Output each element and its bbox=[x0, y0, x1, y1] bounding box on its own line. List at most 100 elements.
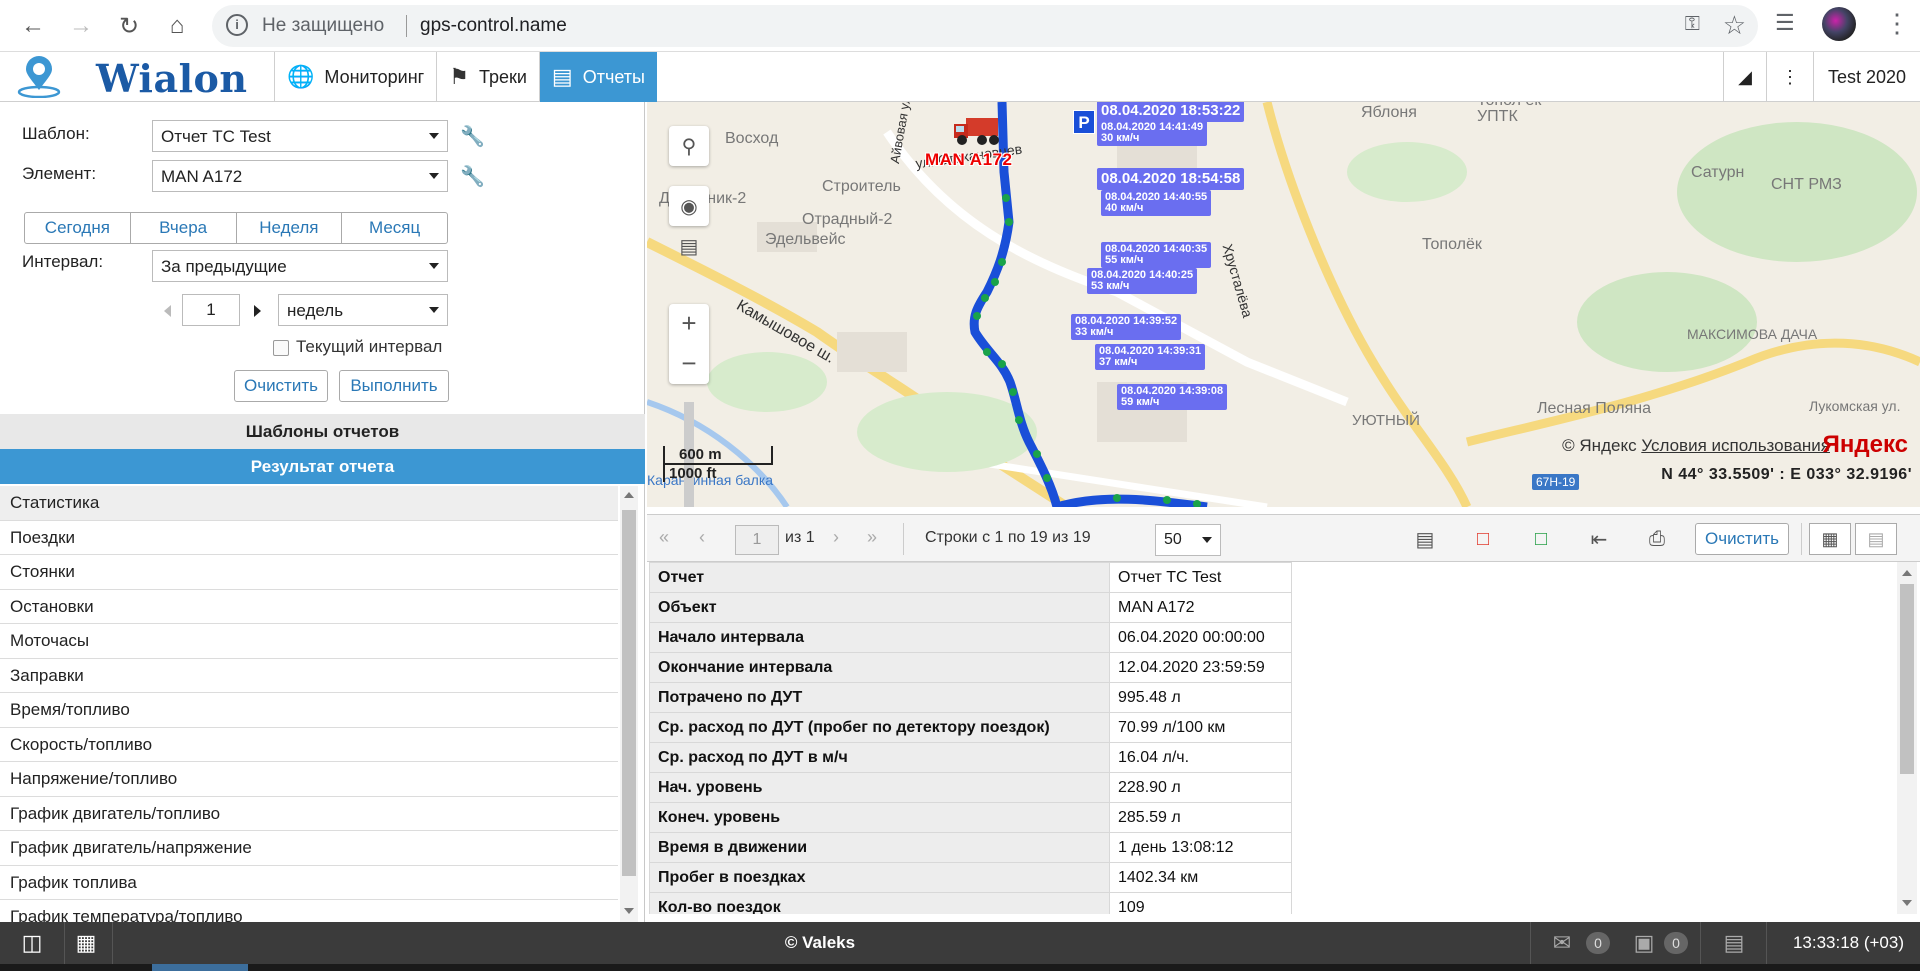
report-table-container: Отчет Отчет ТС Test Объект MAN A172 Начало… bbox=[647, 562, 1897, 914]
map-layers-eye-icon[interactable]: ◉ bbox=[669, 186, 709, 226]
template-select[interactable]: Отчет ТС Test bbox=[152, 120, 448, 152]
yandex-logo[interactable]: Яндекс bbox=[1823, 431, 1908, 459]
map-view[interactable]: Восход Дорожник-2 Строитель Отрадный-2 Э… bbox=[647, 102, 1920, 507]
track-point-label[interactable]: 08.04.2020 18:53:22 bbox=[1097, 102, 1245, 122]
scroll-up-icon[interactable] bbox=[624, 492, 634, 498]
home-icon[interactable]: ⌂ bbox=[160, 9, 194, 43]
info-icon[interactable]: i bbox=[226, 14, 248, 36]
back-icon[interactable]: ← bbox=[16, 9, 50, 43]
notifications-icon[interactable]: ▤ bbox=[1716, 926, 1752, 960]
map-label-topolek: Тополёк bbox=[1422, 236, 1482, 253]
result-item-chart-engine-fuel[interactable]: График двигатель/топливо bbox=[0, 796, 618, 831]
scroll-up-icon[interactable] bbox=[1902, 570, 1912, 576]
track-point-label[interactable]: 08.04.2020 14:39:52 33 км/ч bbox=[1071, 314, 1182, 340]
period-yesterday-button[interactable]: Вчера bbox=[131, 213, 237, 243]
result-list-scrollbar[interactable] bbox=[620, 486, 638, 922]
wialon-logo[interactable]: Wialon bbox=[8, 54, 272, 101]
last-page-icon[interactable]: » bbox=[867, 527, 877, 548]
interval-unit-select[interactable]: недель bbox=[278, 294, 448, 326]
element-select[interactable]: MAN A172 bbox=[152, 160, 448, 192]
key-icon[interactable]: ⚿ bbox=[1685, 13, 1700, 36]
result-item-time-fuel[interactable]: Время/топливо bbox=[0, 693, 618, 728]
result-item-statistics[interactable]: Статистика bbox=[0, 486, 618, 521]
interval-select[interactable]: За предыдущие bbox=[152, 250, 448, 282]
messages-icon[interactable]: ✉ bbox=[1544, 926, 1580, 960]
browser-menu-icon[interactable]: ⋮ bbox=[1884, 8, 1910, 39]
status-divider bbox=[1700, 922, 1701, 964]
track-point-label[interactable]: 08.04.2020 18:54:58 bbox=[1097, 168, 1245, 190]
next-page-icon[interactable]: › bbox=[833, 527, 839, 548]
wrench-icon[interactable]: 🔧 bbox=[460, 164, 485, 189]
result-item-parkings[interactable]: Стоянки bbox=[0, 555, 618, 590]
result-item-speed-fuel[interactable]: Скорость/топливо bbox=[0, 727, 618, 762]
scroll-down-icon[interactable] bbox=[1902, 900, 1912, 906]
track-point-label[interactable]: 08.04.2020 14:41:49 30 км/ч bbox=[1097, 120, 1208, 146]
images-icon[interactable]: ▣ bbox=[1626, 926, 1662, 960]
export-file-icon[interactable]: ⇤ bbox=[1579, 522, 1619, 556]
result-item-chart-engine-voltage[interactable]: График двигатель/напряжение bbox=[0, 831, 618, 866]
result-item-trips[interactable]: Поездки bbox=[0, 520, 618, 555]
report-result-header[interactable]: Результат отчета bbox=[0, 449, 645, 484]
prev-page-icon[interactable]: ‹ bbox=[699, 527, 705, 548]
truck-icon[interactable] bbox=[952, 112, 1004, 148]
tab-tracks[interactable]: ⚑ Треки bbox=[436, 52, 539, 102]
map-type-icon[interactable]: ▤ bbox=[669, 226, 709, 266]
reload-icon[interactable]: ↻ bbox=[112, 9, 146, 43]
forward-icon[interactable]: → bbox=[64, 9, 98, 43]
map-label-topolek-north: Топол ек bbox=[1477, 102, 1541, 110]
tab-reports[interactable]: ▤ Отчеты bbox=[538, 52, 657, 102]
track-point-label[interactable]: 08.04.2020 14:40:35 55 км/ч bbox=[1101, 242, 1212, 268]
report-scrollbar[interactable] bbox=[1897, 562, 1917, 914]
terms-link[interactable]: Условия использования bbox=[1641, 436, 1830, 455]
profile-avatar[interactable] bbox=[1822, 7, 1856, 41]
period-week-button[interactable]: Неделя bbox=[237, 213, 343, 243]
address-bar[interactable]: i Не защищено gps-control.name ⚿ ☆ bbox=[212, 5, 1758, 47]
map-view-toggle-icon[interactable]: ▦ bbox=[1809, 523, 1851, 555]
track-point-label[interactable]: 08.04.2020 14:39:08 59 км/ч bbox=[1117, 384, 1228, 410]
result-item-engine-hours[interactable]: Моточасы bbox=[0, 624, 618, 659]
zoom-in-icon[interactable]: + bbox=[669, 304, 709, 344]
export-html-icon[interactable]: ▤ bbox=[1405, 522, 1445, 556]
print-icon[interactable]: ⎙ bbox=[1637, 522, 1677, 556]
map-search-icon[interactable]: ⚲ bbox=[669, 126, 709, 166]
period-today-button[interactable]: Сегодня bbox=[25, 213, 131, 243]
url-text[interactable]: gps-control.name bbox=[420, 15, 567, 37]
scroll-thumb[interactable] bbox=[622, 510, 636, 876]
report-templates-header[interactable]: Шаблоны отчетов bbox=[0, 414, 645, 449]
result-item-chart-fuel[interactable]: График топлива bbox=[0, 865, 618, 900]
report-key: Ср. расход по ДУТ в м/ч bbox=[649, 742, 1110, 773]
execute-button[interactable]: Выполнить bbox=[339, 370, 449, 402]
track-point-label[interactable]: 08.04.2020 14:40:25 53 км/ч bbox=[1087, 268, 1198, 294]
more-menu-icon[interactable]: ⋮ bbox=[1765, 52, 1813, 102]
result-item-voltage-fuel[interactable]: Напряжение/топливо bbox=[0, 762, 618, 797]
zoom-out-icon[interactable]: − bbox=[669, 344, 709, 384]
parking-marker[interactable]: P bbox=[1073, 110, 1095, 134]
wrench-icon[interactable]: 🔧 bbox=[460, 124, 485, 149]
first-page-icon[interactable]: « bbox=[659, 527, 669, 548]
scroll-down-icon[interactable] bbox=[624, 908, 634, 914]
track-point-label[interactable]: 08.04.2020 14:40:55 40 км/ч bbox=[1101, 190, 1212, 216]
interval-count-input[interactable]: 1 bbox=[182, 294, 240, 326]
period-month-button[interactable]: Месяц bbox=[342, 213, 447, 243]
export-excel-icon[interactable]: □ bbox=[1521, 522, 1561, 556]
user-menu[interactable]: Test 2020 bbox=[1812, 52, 1920, 102]
report-key: Время в движении bbox=[649, 832, 1110, 863]
media-control-icon[interactable]: ☰ bbox=[1775, 10, 1795, 36]
bookmark-star-icon[interactable]: ☆ bbox=[1723, 10, 1746, 41]
result-item-refuels[interactable]: Заправки bbox=[0, 658, 618, 693]
result-item-stops[interactable]: Остановки bbox=[0, 589, 618, 624]
split-view-toggle-icon[interactable]: ▤ bbox=[1855, 523, 1897, 555]
rows-per-page-select[interactable]: 50 bbox=[1155, 524, 1221, 556]
page-number-input[interactable]: 1 bbox=[735, 525, 779, 555]
clear-button[interactable]: Очистить bbox=[234, 370, 328, 402]
tab-monitoring[interactable]: 🌐 Мониторинг bbox=[274, 52, 436, 102]
result-item-chart-temp-fuel[interactable]: График температура/топливо bbox=[0, 900, 618, 922]
track-point-label[interactable]: 08.04.2020 14:39:31 37 км/ч bbox=[1095, 344, 1206, 370]
export-pdf-icon[interactable]: □ bbox=[1463, 522, 1503, 556]
scroll-thumb[interactable] bbox=[1900, 584, 1914, 774]
ruler-icon[interactable]: ◢ bbox=[1723, 52, 1766, 102]
clear-report-button[interactable]: Очистить bbox=[1695, 523, 1789, 555]
increment-arrow-icon[interactable] bbox=[254, 305, 261, 317]
decrement-arrow-icon[interactable] bbox=[164, 305, 171, 317]
current-interval-checkbox[interactable] bbox=[273, 340, 289, 356]
